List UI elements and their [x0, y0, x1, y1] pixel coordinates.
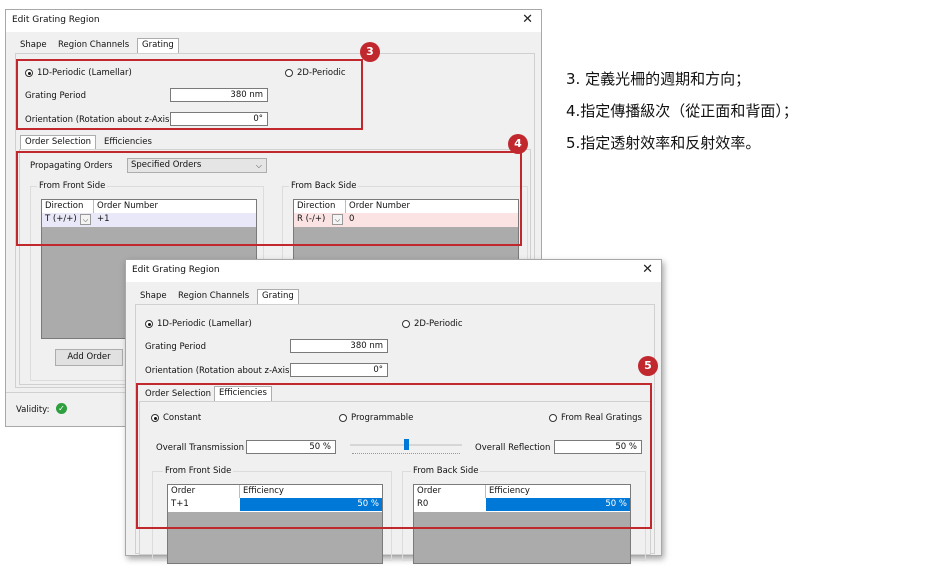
- tab-grating[interactable]: Grating: [257, 289, 299, 304]
- highlight-box-5: [136, 383, 652, 529]
- tab-region-channels[interactable]: Region Channels: [174, 290, 253, 304]
- highlight-box-4: [16, 151, 522, 246]
- subtab-efficiencies[interactable]: Efficiencies: [100, 136, 156, 150]
- radio-1d-periodic[interactable]: [145, 320, 153, 328]
- tab-shape[interactable]: Shape: [16, 39, 51, 53]
- front-tab-strip: Shape Region Channels Grating: [136, 289, 656, 305]
- grating-period-input[interactable]: 380 nm: [290, 339, 388, 353]
- validity-label: Validity:: [16, 405, 50, 415]
- back-dialog-titlebar: Edit Grating Region ✕: [6, 10, 541, 32]
- tab-region-channels[interactable]: Region Channels: [54, 39, 133, 53]
- note-step-4: 4.指定傳播級次（從正面和背面）；: [566, 102, 798, 120]
- close-icon[interactable]: ✕: [642, 262, 653, 277]
- step-badge-3: 3: [360, 42, 380, 62]
- orientation-label: Orientation (Rotation about z-Axis): [145, 366, 293, 376]
- front-dialog-titlebar: Edit Grating Region ✕: [126, 260, 661, 282]
- close-icon[interactable]: ✕: [522, 12, 533, 27]
- note-step-5: 5.指定透射效率和反射效率。: [566, 134, 761, 152]
- note-step-3: 3. 定義光柵的週期和方向；: [566, 70, 751, 88]
- subtab-order-selection[interactable]: Order Selection: [20, 135, 97, 150]
- back-tab-strip: Shape Region Channels Grating: [16, 38, 536, 54]
- tab-grating[interactable]: Grating: [137, 38, 179, 53]
- radio-1d-label: 1D-Periodic (Lamellar): [157, 319, 252, 329]
- front-dialog-title: Edit Grating Region: [132, 265, 220, 275]
- check-icon: ✓: [56, 403, 67, 414]
- back-dialog-title: Edit Grating Region: [12, 15, 100, 25]
- radio-2d-periodic[interactable]: [402, 320, 410, 328]
- grating-period-label: Grating Period: [145, 342, 206, 352]
- step-badge-5: 5: [638, 356, 658, 376]
- step-badge-4: 4: [508, 134, 528, 154]
- radio-2d-label: 2D-Periodic: [414, 319, 463, 329]
- orientation-input[interactable]: 0°: [290, 363, 388, 377]
- tab-shape[interactable]: Shape: [136, 290, 171, 304]
- highlight-box-3: [16, 59, 363, 130]
- add-order-button[interactable]: Add Order: [55, 349, 123, 366]
